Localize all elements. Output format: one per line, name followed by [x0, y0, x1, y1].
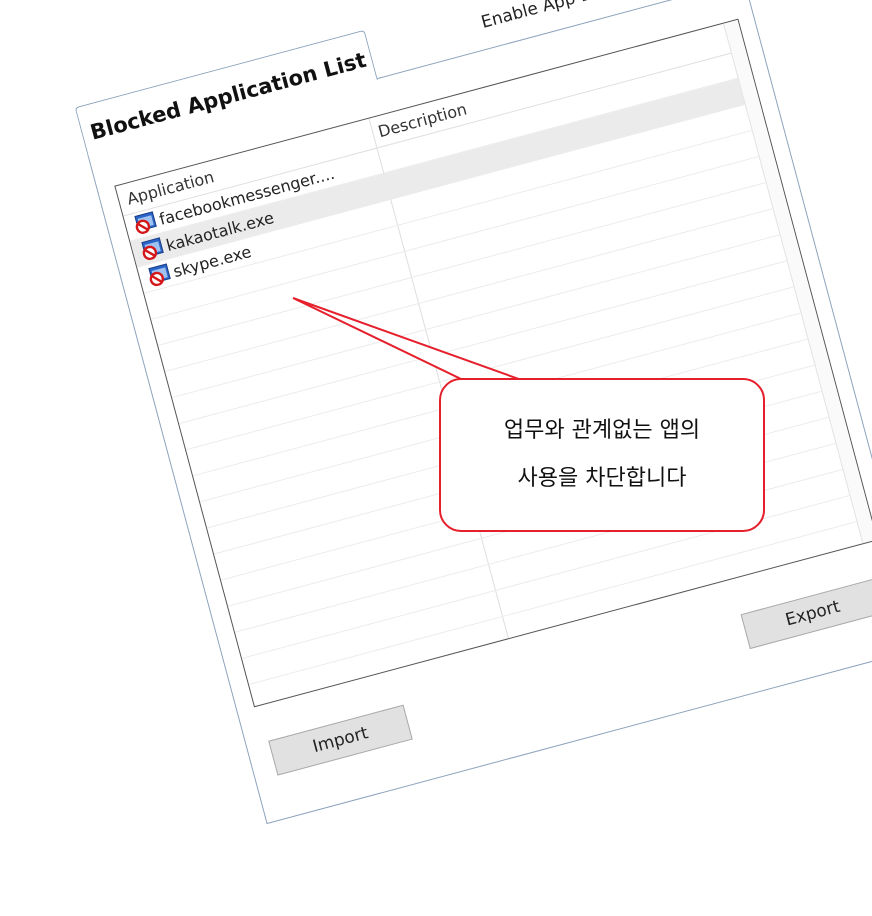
- callout-line-1: 업무와 관계없는 앱의: [503, 418, 701, 443]
- callout-line-2: 사용을 차단합니다: [517, 466, 687, 491]
- screenshot-stage: Blocked Application List Enable App Bloc…: [0, 0, 872, 916]
- callout-box: 업무와 관계없는 앱의 사용을 차단합니다: [439, 378, 765, 532]
